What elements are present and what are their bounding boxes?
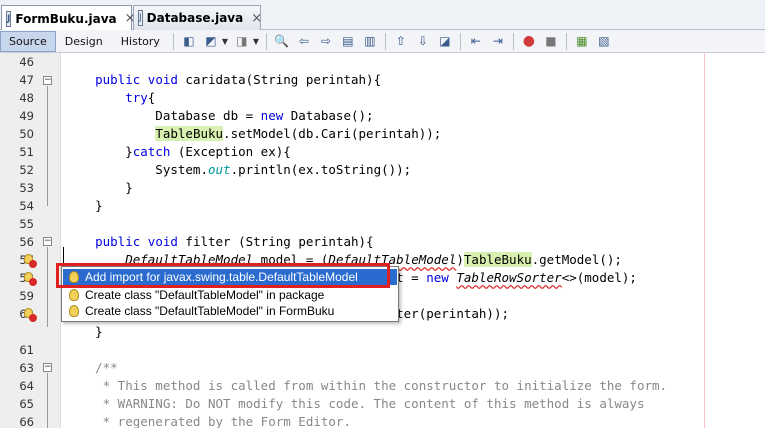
code-line[interactable]: public void filter (String perintah){ — [65, 233, 373, 251]
line-number: 53 — [19, 181, 34, 195]
code-line[interactable]: * regenerated by the Form Editor. — [65, 413, 351, 428]
toolbar-separator — [512, 32, 514, 50]
line-number-gutter: 46 47 48 49 50 51 52 53 54 55 56 57 58 5… — [0, 53, 61, 428]
error-hint-bulb-icon[interactable] — [23, 308, 37, 322]
line-number: 47 — [19, 73, 34, 87]
fold-guide — [47, 247, 48, 327]
editor-tab-bar: J FormBuku.java × J Database.java × — [0, 0, 765, 31]
quick-fix-label: Create class "DefaultTableModel" in pack… — [85, 288, 325, 302]
toggle-bookmark-icon[interactable]: ◪ — [435, 32, 455, 51]
last-edit-icon[interactable]: ◧ — [179, 32, 199, 51]
design-view-tab[interactable]: Design — [56, 31, 112, 52]
line-number: 54 — [19, 199, 34, 213]
hint-bulb-icon — [69, 289, 79, 301]
code-line[interactable]: try{ — [65, 89, 155, 107]
line-number: 63 — [19, 361, 34, 375]
start-macro-icon[interactable]: ● — [519, 32, 539, 51]
history-view-tab[interactable]: History — [112, 31, 169, 52]
line-number: 55 — [19, 217, 34, 231]
quick-fix-create-class-formbuku[interactable]: Create class "DefaultTableModel" in Form… — [63, 303, 397, 319]
editor-toolbar: Source Design History ◧ ◩ ▼ ◨ ▼ 🔍 ⇦ ⇨ ▤ … — [0, 30, 765, 53]
find-previous-icon[interactable]: ⇦ — [294, 32, 314, 51]
code-line[interactable]: } — [65, 197, 103, 215]
java-file-icon: J — [138, 10, 143, 26]
toolbar-separator — [459, 32, 461, 50]
comment-icon[interactable]: ▦ — [572, 32, 592, 51]
right-margin-guide — [704, 53, 705, 428]
toolbar-separator — [172, 32, 174, 50]
quick-fix-label: Create class "DefaultTableModel" in Form… — [85, 304, 335, 318]
find-icon[interactable]: 🔍 — [272, 32, 292, 51]
next-bookmark-icon[interactable]: ⇩ — [413, 32, 433, 51]
fold-guide — [47, 86, 48, 206]
code-line[interactable]: public void caridata(String perintah){ — [65, 71, 381, 89]
chevron-down-icon[interactable]: ▼ — [251, 32, 261, 51]
error-hint-bulb-icon[interactable] — [23, 254, 37, 268]
forward-icon[interactable]: ◨ — [232, 32, 252, 51]
previous-bookmark-icon[interactable]: ⇧ — [391, 32, 411, 51]
line-number: 49 — [19, 109, 34, 123]
close-icon[interactable]: × — [251, 11, 262, 26]
code-line[interactable]: }catch (Exception ex){ — [65, 143, 291, 161]
code-line[interactable]: * This method is called from within the … — [65, 377, 667, 395]
fold-collapse-icon[interactable]: − — [43, 76, 52, 85]
line-number: 61 — [19, 343, 34, 357]
hint-bulb-icon — [69, 305, 79, 317]
line-number: 46 — [19, 55, 34, 69]
line-number: 51 — [19, 145, 34, 159]
code-line[interactable]: TableBuku.setModel(db.Cari(perintah)); — [65, 125, 441, 143]
shift-right-icon[interactable]: ⇥ — [488, 32, 508, 51]
toolbar-separator — [384, 32, 386, 50]
tab-label: Database.java — [146, 11, 244, 25]
quick-fix-create-class-package[interactable]: Create class "DefaultTableModel" in pack… — [63, 287, 397, 303]
line-number: 66 — [19, 415, 34, 428]
code-line[interactable]: } — [65, 323, 103, 341]
line-number: 50 — [19, 127, 34, 141]
code-line[interactable]: Database db = new Database(); — [65, 107, 373, 125]
code-line[interactable]: /** — [65, 359, 118, 377]
line-number: 48 — [19, 91, 34, 105]
line-number: 52 — [19, 163, 34, 177]
find-next-icon[interactable]: ⇨ — [316, 32, 336, 51]
java-form-file-icon: J — [6, 10, 12, 27]
highlight-callout-box — [56, 263, 390, 288]
tab-formbuku[interactable]: J FormBuku.java × — [1, 5, 136, 31]
source-view-tab[interactable]: Source — [0, 30, 56, 52]
line-number: 65 — [19, 397, 34, 411]
fold-collapse-icon[interactable]: − — [43, 237, 52, 246]
uncomment-icon[interactable]: ▧ — [594, 32, 614, 51]
code-line[interactable]: } — [65, 179, 133, 197]
chevron-down-icon[interactable]: ▼ — [220, 32, 230, 51]
line-number: 59 — [19, 289, 34, 303]
fold-guide — [47, 373, 48, 428]
tab-label: FormBuku.java — [15, 11, 117, 26]
back-icon[interactable]: ◩ — [201, 32, 221, 51]
find-selection-icon[interactable]: ▤ — [338, 32, 358, 51]
toolbar-separator — [265, 32, 267, 50]
toggle-highlight-icon[interactable]: ▥ — [360, 32, 380, 51]
code-line[interactable]: * WARNING: Do NOT modify this code. The … — [65, 395, 645, 413]
toolbar-separator — [565, 32, 567, 50]
code-line[interactable]: System.out.println(ex.toString()); — [65, 161, 411, 179]
code-editor[interactable]: public void caridata(String perintah){ t… — [61, 53, 765, 428]
line-number: 56 — [19, 235, 34, 249]
tab-database[interactable]: J Database.java × — [133, 5, 262, 30]
shift-left-icon[interactable]: ⇤ — [466, 32, 486, 51]
stop-macro-icon[interactable]: ■ — [541, 32, 561, 51]
line-number: 64 — [19, 379, 34, 393]
fold-collapse-icon[interactable]: − — [43, 363, 52, 372]
error-hint-bulb-icon[interactable] — [23, 272, 37, 286]
